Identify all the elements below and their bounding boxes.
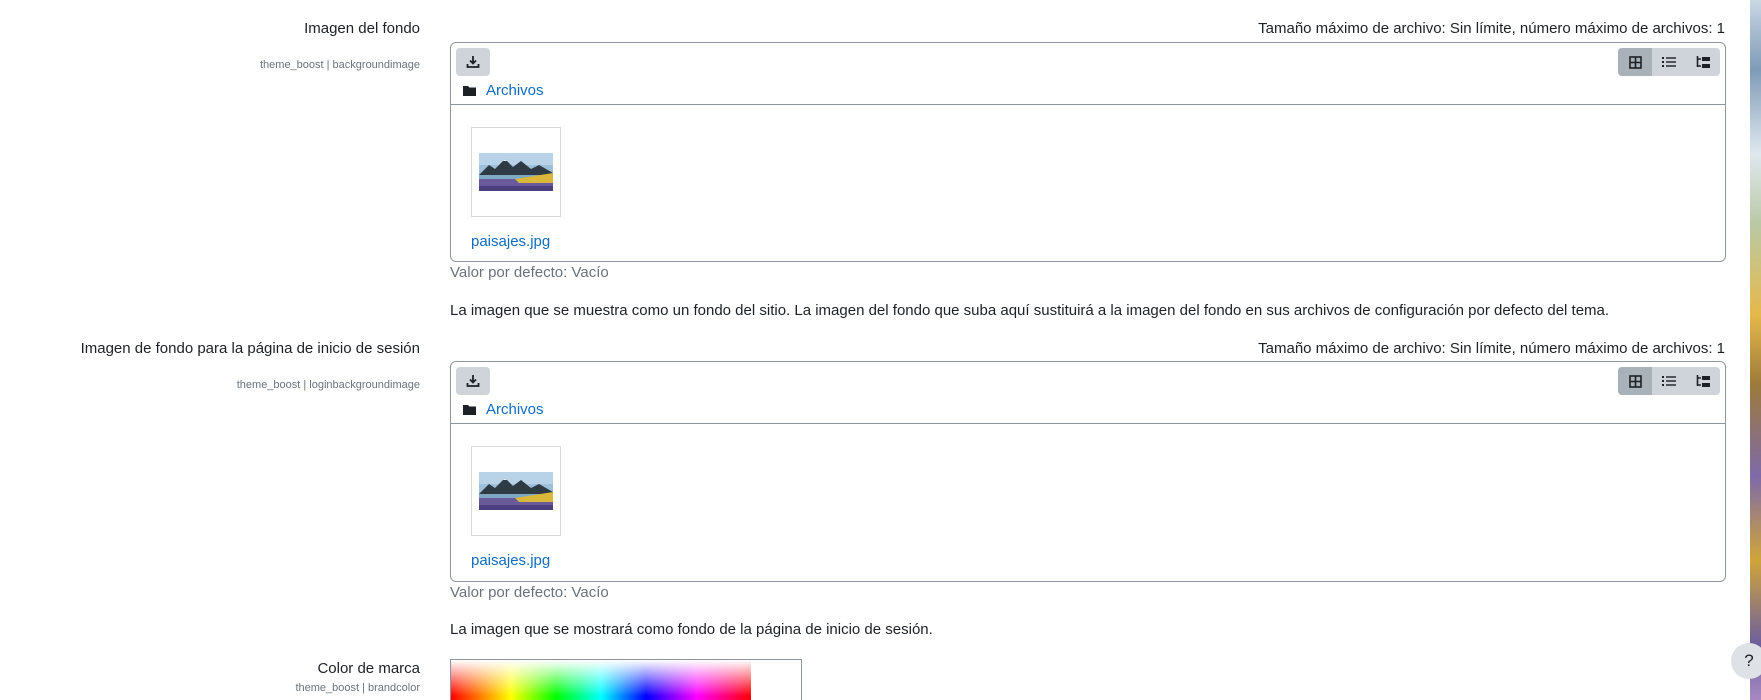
file-thumbnail[interactable] (471, 127, 561, 217)
list-view-icon (1662, 57, 1676, 67)
color-spectrum[interactable] (451, 660, 751, 700)
folder-icon (463, 405, 476, 415)
file-name-link[interactable]: paisajes.jpg (471, 233, 550, 250)
download-button[interactable] (456, 48, 490, 76)
setting-label: Color de marca (317, 660, 420, 677)
grid-view-button[interactable] (1618, 48, 1652, 76)
list-view-icon (1662, 376, 1676, 386)
view-switcher (1618, 367, 1720, 395)
tree-view-button[interactable] (1686, 48, 1720, 76)
setting-brand-color: Color de marca theme_boost | brandcolor (0, 660, 1750, 700)
setting-sublabel: theme_boost | brandcolor (295, 682, 420, 694)
list-view-button[interactable] (1652, 367, 1686, 395)
help-icon: ? (1744, 651, 1754, 670)
file-picker-login-background: Archivos paisajes.jpg (450, 361, 1726, 582)
file-name-link[interactable]: paisajes.jpg (471, 552, 550, 569)
view-switcher (1618, 48, 1720, 76)
setting-label: Imagen de fondo para la página de inicio… (80, 340, 420, 357)
landscape-image (479, 153, 553, 191)
file-thumbnail[interactable] (471, 446, 561, 536)
tree-view-icon (1696, 55, 1710, 68)
grid-view-icon (1628, 374, 1642, 388)
file-limit-text: Tamaño máximo de archivo: Sin límite, nú… (1258, 20, 1725, 37)
file-picker-background: Archivos paisajes.jpg (450, 42, 1726, 262)
tree-view-icon (1696, 374, 1710, 387)
file-picker-toolbar: Archivos (451, 362, 1725, 424)
color-picker[interactable] (450, 659, 802, 700)
setting-sublabel: theme_boost | backgroundimage (259, 59, 420, 71)
background-image-edge (1750, 0, 1761, 700)
setting-sublabel: theme_boost | loginbackgroundimage (236, 379, 420, 391)
default-value-text: Valor por defecto: Vacío (450, 264, 609, 281)
default-value-text: Valor por defecto: Vacío (450, 584, 609, 601)
file-area: paisajes.jpg (451, 424, 1725, 582)
breadcrumb-archivos-link[interactable]: Archivos (486, 82, 544, 99)
tree-view-button[interactable] (1686, 367, 1720, 395)
download-button[interactable] (456, 367, 490, 395)
download-icon (466, 56, 480, 68)
setting-description: La imagen que se mostrará como fondo de … (450, 621, 933, 638)
file-limit-text: Tamaño máximo de archivo: Sin límite, nú… (1258, 340, 1725, 357)
grid-view-icon (1628, 55, 1642, 69)
breadcrumb-archivos-link[interactable]: Archivos (486, 401, 544, 418)
file-picker-toolbar: Archivos (451, 43, 1725, 105)
file-area: paisajes.jpg (451, 105, 1725, 263)
download-icon (466, 375, 480, 387)
list-view-button[interactable] (1652, 48, 1686, 76)
breadcrumb: Archivos (463, 82, 544, 99)
folder-icon (463, 86, 476, 96)
breadcrumb: Archivos (463, 401, 544, 418)
help-button[interactable]: ? (1731, 643, 1761, 679)
setting-label: Imagen del fondo (304, 20, 420, 37)
setting-description: La imagen que se muestra como un fondo d… (450, 302, 1610, 319)
landscape-image (479, 472, 553, 510)
grid-view-button[interactable] (1618, 367, 1652, 395)
